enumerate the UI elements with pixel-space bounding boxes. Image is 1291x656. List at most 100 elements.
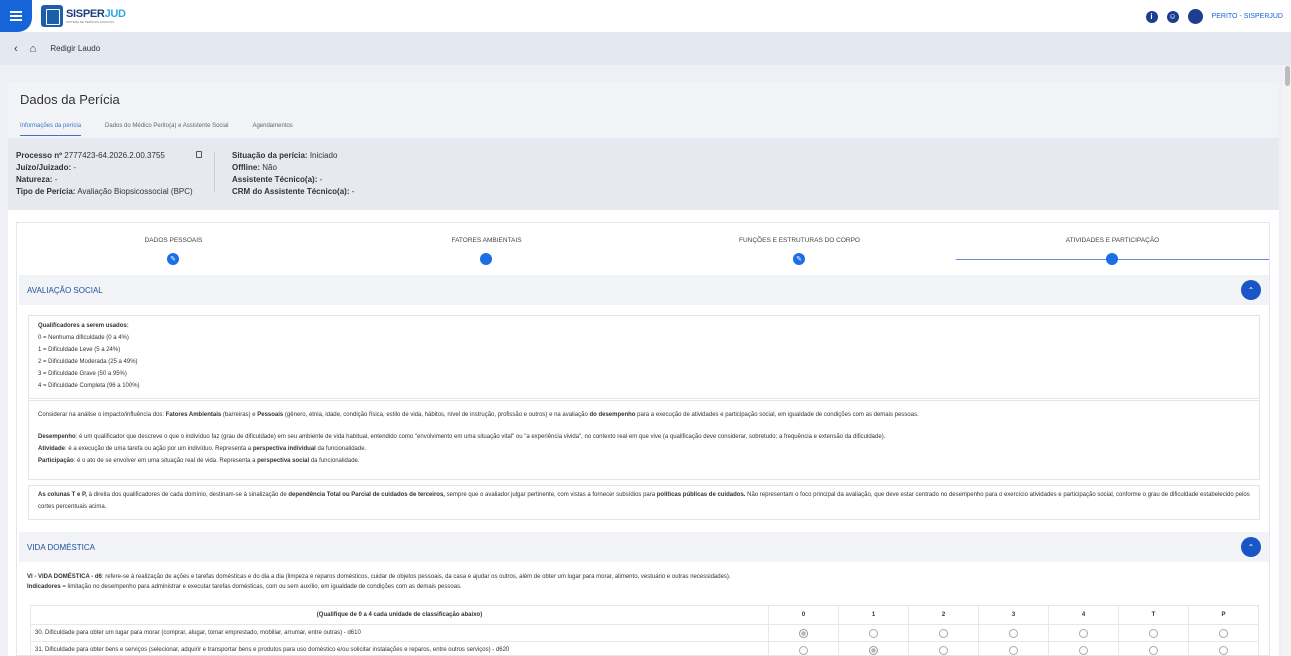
juizo-value: - [73, 163, 77, 172]
text: da funcionalidade. [309, 458, 360, 464]
process-info: Processo nº 2777423-64.2026.2.00.3755 Ju… [8, 138, 1279, 210]
qual-3: 3 = Dificuldade Grave (50 a 95%) [38, 371, 127, 377]
radio-0[interactable] [799, 645, 808, 655]
col-header: P [1188, 605, 1259, 625]
qualificadores-box: Qualificadores a serem usados: 0 = Nenhu… [28, 315, 1260, 399]
text: Participação [38, 458, 74, 464]
copy-icon[interactable] [196, 151, 202, 158]
text: = limitação no desempenho para administr… [60, 584, 462, 590]
step-dot-icon[interactable] [480, 253, 492, 265]
radio-3[interactable] [1009, 628, 1018, 638]
text: do desempenho [589, 412, 636, 418]
user-settings-icon[interactable] [1187, 9, 1203, 24]
vida-description: VI - VIDA DOMÉSTICA - d6: refere-se à re… [27, 572, 731, 592]
offline-label: Offline: [232, 163, 260, 172]
text: Fatores Ambientais [165, 412, 222, 418]
assistente-label: Assistente Técnico(a): [232, 175, 318, 184]
text: Desempenho [38, 434, 76, 440]
tab-informacoes[interactable]: Informações da perícia [20, 123, 82, 136]
col-header: 0 [768, 605, 839, 625]
natureza-label: Natureza: [16, 175, 53, 184]
user-label[interactable]: PERITO - SISPERJUD [1212, 13, 1283, 20]
text: sempre que o avaliador julgar pertinente… [444, 492, 657, 498]
page-title: Dados da Perícia [20, 92, 120, 107]
table-row: 31. Dificuldade para obter bens e serviç… [30, 641, 1259, 656]
col-header: 3 [978, 605, 1049, 625]
step-dot-icon[interactable] [1106, 253, 1118, 265]
breadcrumb: ‹ ⌂ Redigir Laudo [0, 32, 1291, 65]
text: : é o ato de se envolver em uma situação… [73, 458, 258, 464]
scrollbar[interactable] [1283, 65, 1291, 656]
scrollbar-thumb[interactable] [1285, 66, 1290, 86]
radio-2[interactable] [939, 628, 948, 638]
qualifier-table: (Qualifique de 0 a 4 cada unidade de cla… [30, 605, 1259, 656]
radio-t[interactable] [1149, 645, 1158, 655]
text: perspectiva individual [252, 446, 316, 452]
text: dependência Total ou Parcial de cuidados… [288, 492, 445, 498]
radio-p[interactable] [1219, 645, 1228, 655]
divider [214, 152, 215, 192]
radio-4[interactable] [1079, 645, 1088, 655]
tab-dados-medico[interactable]: Dados do Médico Perito(a) e Assistente S… [105, 123, 228, 136]
chevron-left-icon[interactable]: ‹ [14, 43, 18, 55]
text: para a execução de atividades e particip… [635, 412, 919, 418]
text: Considerar na análise o impacto/influênc… [38, 412, 166, 418]
offline-value: Não [262, 163, 277, 172]
col-header: T [1118, 605, 1189, 625]
logo-subtitle: SISTEMA DE PERÍCIAS JUDICIAIS [66, 19, 115, 24]
text: (gênero, etnia, idade, condição física, … [283, 412, 590, 418]
radio-0[interactable] [799, 628, 808, 638]
text: VI - VIDA DOMÉSTICA - d6 [27, 574, 102, 580]
hamburger-icon [10, 15, 22, 17]
app-logo[interactable]: SISPERJUD SISTEMA DE PERÍCIAS JUDICIAIS [41, 5, 126, 27]
chevron-up-icon[interactable]: ⌃ [1241, 280, 1261, 300]
col-header: 2 [908, 605, 979, 625]
step-dados-pessoais[interactable]: DADOS PESSOAIS [17, 237, 330, 244]
section-title: AVALIAÇÃO SOCIAL [27, 286, 103, 295]
radio-3[interactable] [1009, 645, 1018, 655]
step-fatores-ambientais[interactable]: FATORES AMBIENTAIS [330, 237, 643, 244]
text: As colunas T e P, [38, 492, 87, 498]
natureza-value: - [54, 175, 58, 184]
logo-text-b: JUD [104, 7, 126, 20]
process-number-label: Processo nº [16, 151, 63, 160]
edit-icon[interactable]: ✎ [793, 253, 805, 265]
table-row: 30. Dificuldade para obter um lugar para… [30, 624, 1259, 642]
main-card: Dados da Perícia Informações da perícia … [8, 82, 1279, 656]
radio-1[interactable] [869, 628, 878, 638]
assistente-value: - [319, 175, 323, 184]
accessibility-icon[interactable]: ☺ [1166, 10, 1179, 23]
chevron-up-icon[interactable]: ⌃ [1241, 537, 1261, 557]
text: da funcionalidade. [315, 446, 367, 452]
qual-4: 4 = Dificuldade Completa (96 a 100%) [38, 383, 140, 389]
edit-icon[interactable]: ✎ [167, 253, 179, 265]
situacao-value: Iniciado [309, 151, 338, 160]
radio-1[interactable] [869, 645, 878, 655]
home-icon[interactable]: ⌂ [30, 43, 37, 55]
menu-button[interactable] [0, 0, 32, 32]
step-atividades-participacao[interactable]: ATIVIDADES E PARTICIPAÇÃO [956, 237, 1269, 244]
col-header: 4 [1048, 605, 1119, 625]
breadcrumb-title: Redigir Laudo [50, 44, 101, 53]
step-funcoes-estruturas[interactable]: FUNÇÕES E ESTRUTURAS DO CORPO [643, 237, 956, 244]
section-avaliacao-social[interactable]: AVALIAÇÃO SOCIAL ⌃ [19, 275, 1269, 305]
table-header: (Qualifique de 0 a 4 cada unidade de cla… [30, 605, 769, 625]
process-number: 2777423-64.2026.2.00.3755 [64, 151, 165, 160]
colunas-tp-box: As colunas T e P, à direita dos qualific… [28, 485, 1260, 520]
text: Pessoais [257, 412, 284, 418]
radio-2[interactable] [939, 645, 948, 655]
radio-4[interactable] [1079, 628, 1088, 638]
info-icon[interactable]: i [1145, 10, 1158, 23]
radio-p[interactable] [1219, 628, 1228, 638]
text: : refere-se à realização de ações e tare… [101, 574, 731, 580]
stepper-wizard: DADOS PESSOAIS FATORES AMBIENTAIS FUNÇÕE… [16, 222, 1270, 656]
section-vida-domestica[interactable]: VIDA DOMÉSTICA ⌃ [19, 532, 1269, 562]
row-description: 31. Dificuldade para obter bens e serviç… [30, 641, 769, 656]
logo-icon [41, 5, 63, 27]
radio-t[interactable] [1149, 628, 1158, 638]
considerar-box: Considerar na análise o impacto/influênc… [28, 400, 1260, 480]
tab-agendamentos[interactable]: Agendamentos [252, 123, 292, 136]
text: perspectiva social [257, 458, 310, 464]
situacao-label: Situação da perícia: [232, 151, 308, 160]
text: Indicadores [27, 584, 61, 590]
